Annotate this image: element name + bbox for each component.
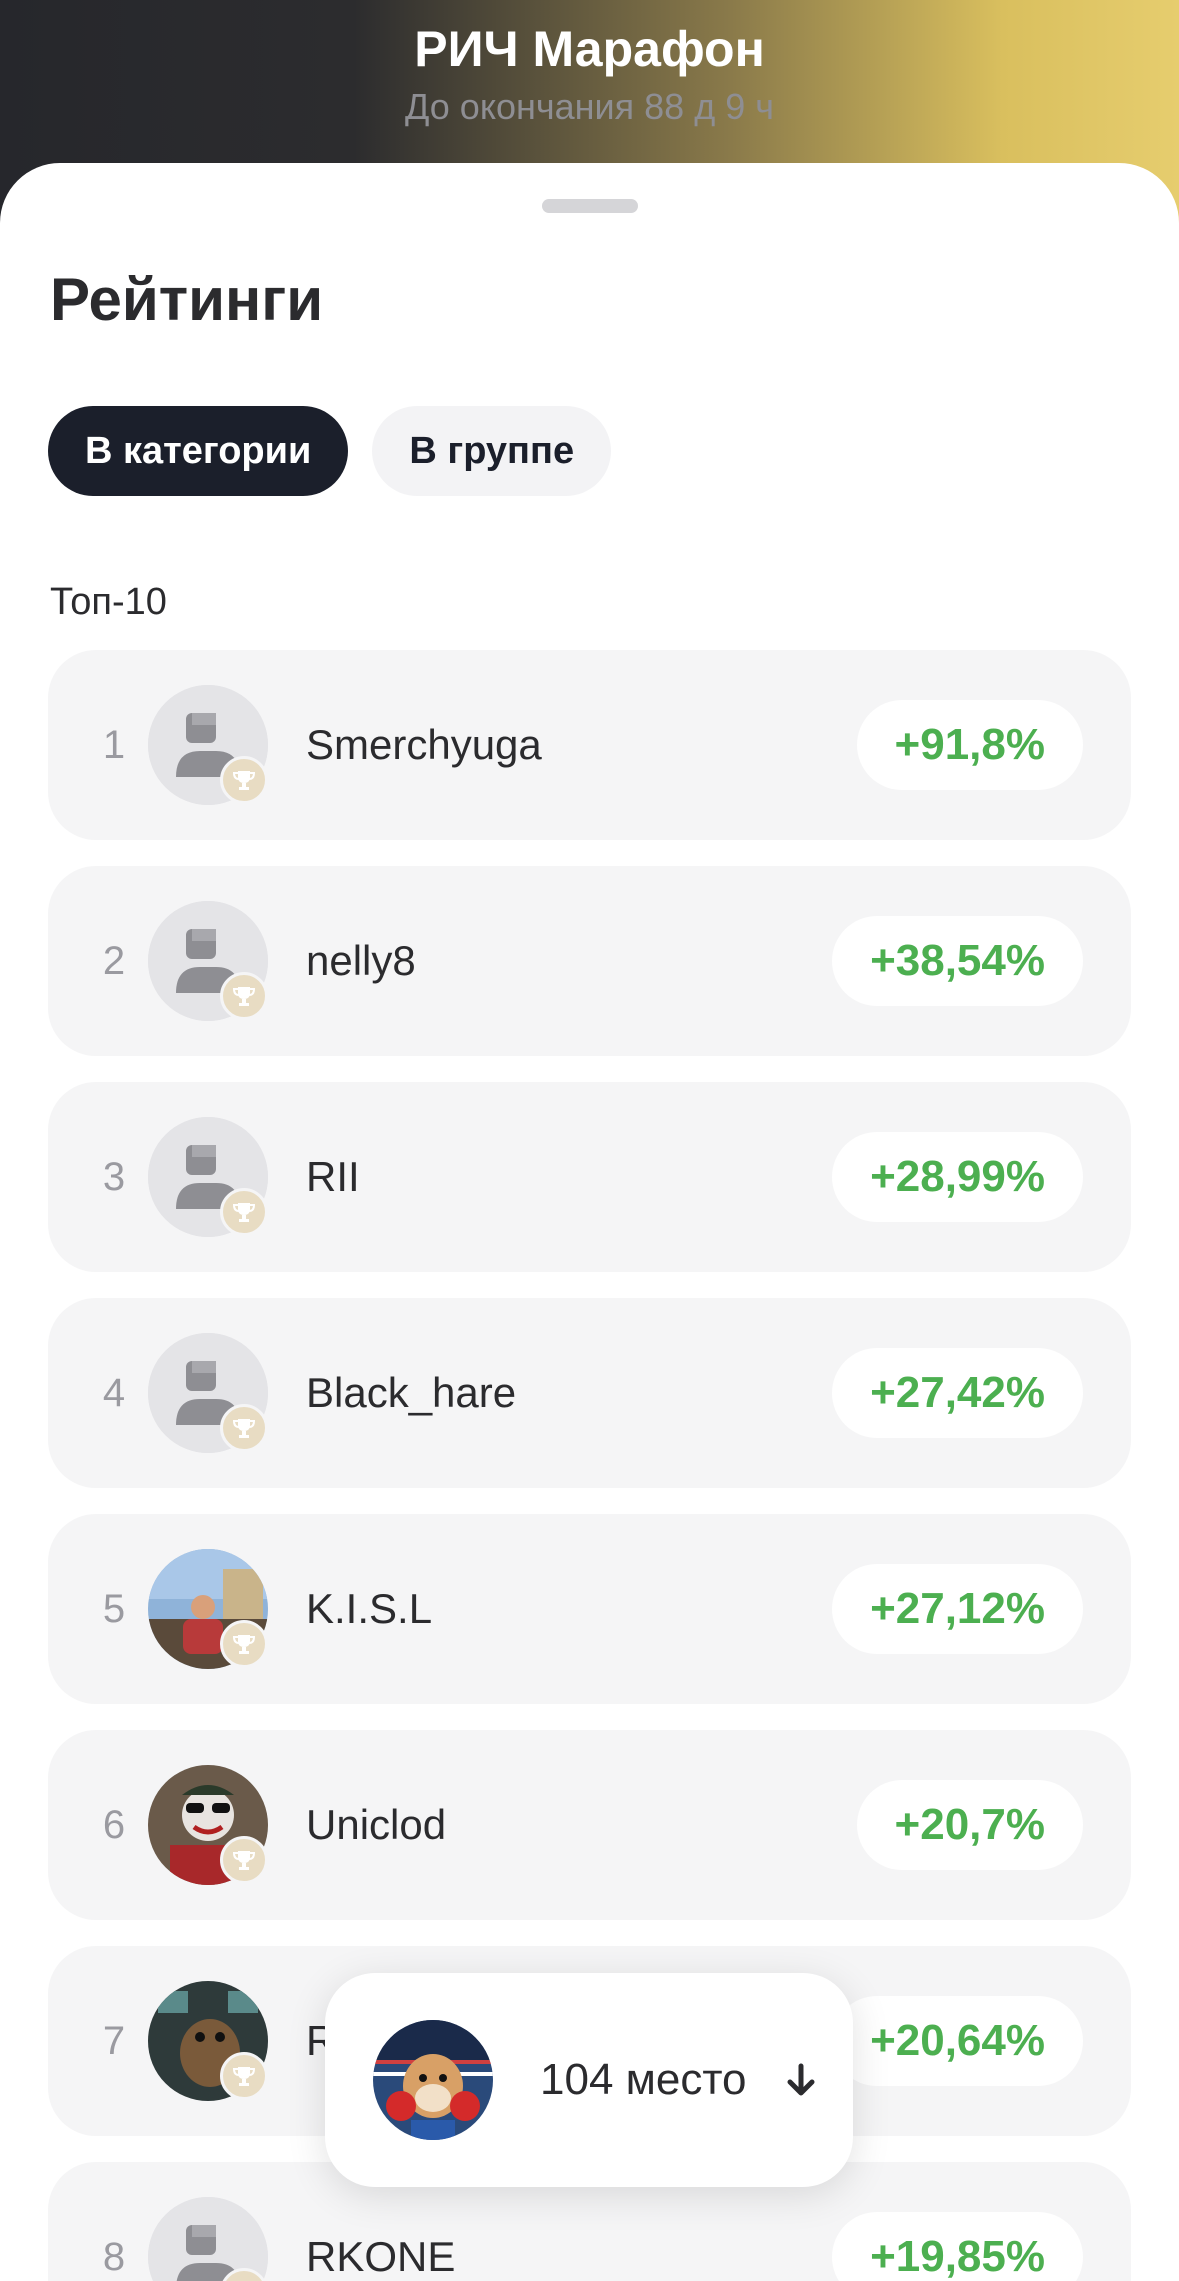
user-name: Black_hare — [306, 1369, 517, 1416]
change-badge: +38,54% — [832, 916, 1083, 1006]
my-avatar — [373, 2020, 493, 2140]
user-name: RII — [306, 1153, 360, 1200]
drag-handle[interactable] — [542, 199, 638, 213]
my-position-button[interactable]: 104 место — [325, 1973, 853, 2187]
time-remaining: До окончания 88 д 9 ч — [405, 86, 774, 127]
my-rank-label: 104 место — [540, 2055, 747, 2104]
trophy-icon — [220, 2052, 268, 2100]
leaderboard-row[interactable]: 2 nelly8 +38,54% — [48, 866, 1131, 1056]
ratings-sheet: Рейтинги В категории В группе Топ-10 1 S… — [0, 163, 1179, 2281]
trophy-icon — [220, 1836, 268, 1884]
change-badge: +27,12% — [832, 1564, 1083, 1654]
change-badge: +27,42% — [832, 1348, 1083, 1438]
tab-bar: В категории В группе — [48, 406, 612, 496]
trophy-icon — [220, 756, 268, 804]
trophy-icon — [220, 1404, 268, 1452]
user-name: Smerchyuga — [306, 721, 542, 768]
change-badge: +20,64% — [832, 1996, 1083, 2086]
leaderboard-row[interactable]: 5 K.I.S.L +27,12% — [48, 1514, 1131, 1704]
user-name: Uniclod — [306, 1801, 447, 1848]
section-label-top10: Топ-10 — [50, 581, 167, 623]
trophy-icon — [220, 1620, 268, 1668]
change-badge: +28,99% — [832, 1132, 1083, 1222]
page-title: Рейтинги — [50, 266, 324, 333]
tab-category[interactable]: В категории — [48, 406, 349, 496]
tab-group[interactable]: В группе — [372, 406, 612, 496]
trophy-icon — [220, 972, 268, 1020]
leaderboard-row[interactable]: 3 RII +28,99% — [48, 1082, 1131, 1272]
change-badge: +20,7% — [856, 1780, 1083, 1870]
change-badge: +91,8% — [856, 700, 1083, 790]
trophy-icon — [220, 1188, 268, 1236]
leaderboard-row[interactable]: 6 Uniclod +20,7% — [48, 1730, 1131, 1920]
change-badge: +19,85% — [832, 2212, 1083, 2281]
user-name: nelly8 — [306, 937, 416, 984]
leaderboard-row[interactable]: 4 Black_hare +27,42% — [48, 1298, 1131, 1488]
leaderboard-row[interactable]: 1 Smerchyuga +91,8% — [48, 650, 1131, 840]
marathon-title: РИЧ Марафон — [414, 21, 765, 77]
user-name: K.I.S.L — [306, 1585, 433, 1632]
arrow-down-icon — [787, 2063, 815, 2096]
